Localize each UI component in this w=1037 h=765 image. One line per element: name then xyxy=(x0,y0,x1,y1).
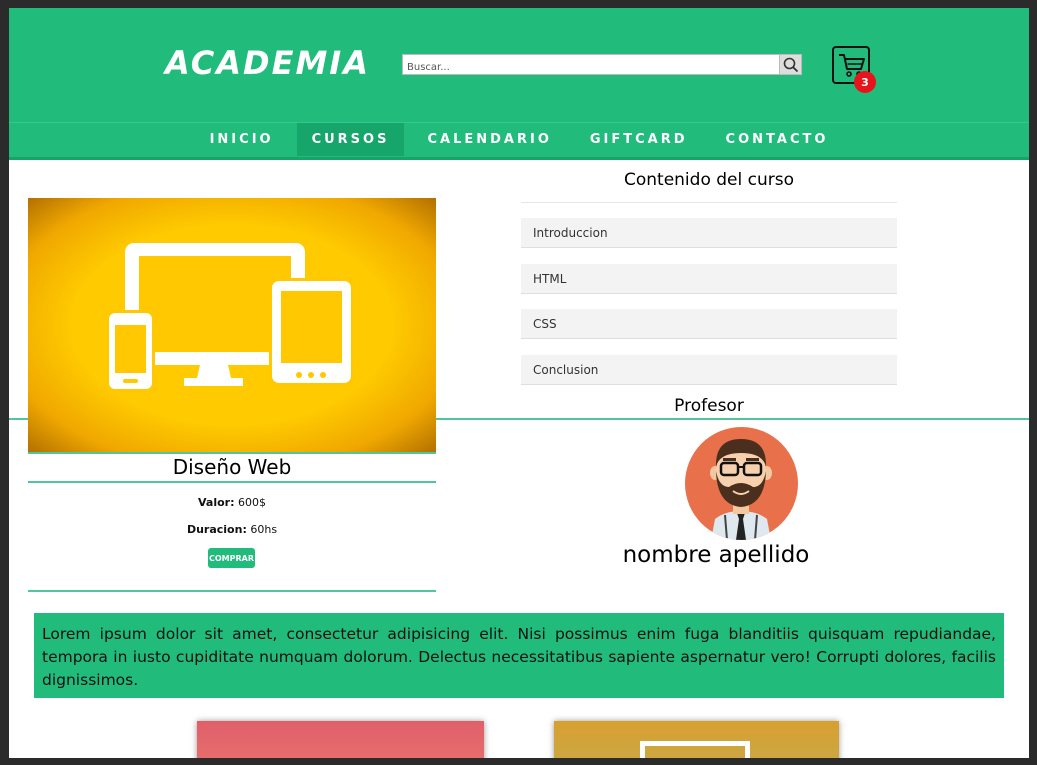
price-label: Valor: xyxy=(198,496,235,509)
course-price: Valor: 600$ xyxy=(28,496,436,509)
lesson-item-conclusion[interactable]: Conclusion xyxy=(521,355,897,385)
cart-count-badge: 3 xyxy=(854,71,876,93)
lesson-item-introduccion[interactable]: Introduccion xyxy=(521,218,897,248)
course-duration: Duracion: 60hs xyxy=(28,523,436,536)
duration-label: Duracion: xyxy=(186,523,247,536)
search-box xyxy=(402,54,802,77)
course-title-bottom-border xyxy=(28,481,436,483)
header: ACADEMIA 3 INICIO CURSOS CALENDARI xyxy=(9,8,1029,160)
course-card-bottom-border xyxy=(28,590,436,592)
search-button[interactable] xyxy=(779,55,801,74)
nav-item-contacto[interactable]: CONTACTO xyxy=(711,123,844,156)
frame-icon xyxy=(640,741,750,758)
teacher-avatar xyxy=(685,427,798,540)
logo[interactable]: ACADEMIA xyxy=(165,44,370,82)
search-input[interactable] xyxy=(403,58,783,77)
nav-item-calendario[interactable]: CALENDARIO xyxy=(412,123,566,156)
related-course-thumbnail[interactable] xyxy=(554,721,839,758)
lesson-item-css[interactable]: CSS xyxy=(521,309,897,339)
bearded-man-avatar-icon xyxy=(710,439,772,540)
course-image xyxy=(28,198,436,452)
duration-value: 60hs xyxy=(250,523,278,536)
search-icon xyxy=(783,57,798,72)
nav-item-cursos[interactable]: CURSOS xyxy=(296,123,405,156)
nav-item-giftcard[interactable]: GIFTCARD xyxy=(575,123,703,156)
course-content-title: Contenido del curso xyxy=(623,170,794,190)
teacher-name: nombre apellido xyxy=(622,542,810,568)
nav-item-inicio[interactable]: INICIO xyxy=(195,123,289,156)
content-title-divider xyxy=(521,202,897,203)
price-value: 600$ xyxy=(238,496,266,509)
buy-button[interactable]: COMPRAR xyxy=(208,548,255,568)
course-title-top-border xyxy=(28,452,436,454)
lesson-item-html[interactable]: HTML xyxy=(521,264,897,294)
course-title: Diseño Web xyxy=(172,455,292,479)
nav-bottom-border xyxy=(9,157,1029,160)
page: ACADEMIA 3 INICIO CURSOS CALENDARI xyxy=(9,8,1029,758)
course-description: Lorem ipsum dolor sit amet, consectetur … xyxy=(34,613,1004,698)
related-course-thumbnail[interactable] xyxy=(197,721,484,758)
main-nav: INICIO CURSOS CALENDARIO GIFTCARD CONTAC… xyxy=(9,123,1029,158)
devices-icon xyxy=(106,243,354,392)
teacher-section-title: Profesor xyxy=(674,396,744,416)
